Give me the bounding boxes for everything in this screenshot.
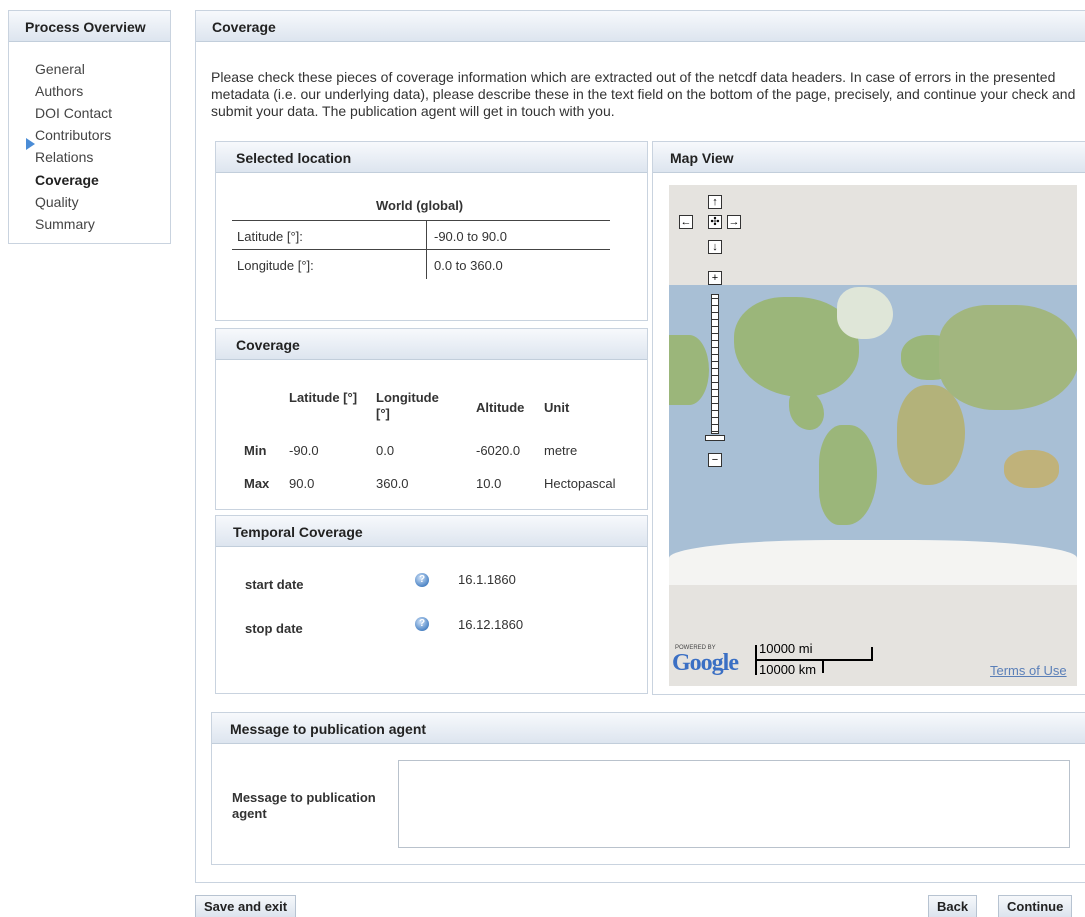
land-asia bbox=[939, 305, 1077, 410]
min-latitude: -90.0 bbox=[289, 443, 319, 458]
sidebar-item-general[interactable]: General bbox=[35, 61, 85, 77]
pan-left-button[interactable]: ← bbox=[679, 215, 693, 229]
scale-tick-left bbox=[755, 645, 757, 675]
sidebar-item-authors[interactable]: Authors bbox=[35, 83, 83, 99]
sidebar-item-quality[interactable]: Quality bbox=[35, 194, 79, 210]
start-date-label: start date bbox=[245, 577, 304, 592]
max-unit: Hectopascal bbox=[544, 476, 616, 491]
longitude-value: 0.0 to 360.0 bbox=[434, 258, 503, 273]
pan-down-button[interactable]: ↓ bbox=[708, 240, 722, 254]
page-title: Coverage bbox=[196, 11, 1085, 42]
header-altitude: Altitude bbox=[476, 400, 525, 415]
scale-tick-right-mi bbox=[871, 647, 873, 659]
zoom-in-button[interactable]: + bbox=[708, 271, 722, 285]
message-textarea[interactable] bbox=[398, 760, 1070, 848]
terms-of-use-link[interactable]: Terms of Use bbox=[990, 663, 1067, 678]
pan-right-button[interactable]: → bbox=[727, 215, 741, 229]
help-icon[interactable]: ? bbox=[415, 573, 429, 587]
pan-center-button[interactable]: ✣ bbox=[708, 215, 722, 229]
zoom-slider-handle[interactable] bbox=[705, 435, 725, 441]
current-step-arrow-icon bbox=[26, 138, 35, 150]
sidebar-item-coverage[interactable]: Coverage bbox=[35, 172, 99, 188]
sidebar-item-summary[interactable]: Summary bbox=[35, 216, 95, 232]
header-latitude: Latitude [°] bbox=[289, 390, 358, 405]
region-name: World (global) bbox=[376, 198, 464, 213]
temporal-coverage-title: Temporal Coverage bbox=[216, 516, 647, 547]
min-unit: metre bbox=[544, 443, 578, 458]
max-label: Max bbox=[244, 476, 270, 491]
divider bbox=[232, 249, 610, 250]
stop-date-label: stop date bbox=[245, 621, 303, 636]
min-altitude: -6020.0 bbox=[476, 443, 521, 458]
back-button[interactable]: Back bbox=[928, 895, 978, 917]
land-greenland bbox=[837, 287, 893, 339]
latitude-label: Latitude [°]: bbox=[237, 229, 303, 244]
scale-kilometers: 10000 km bbox=[759, 662, 817, 677]
header-longitude: Longitude [°] bbox=[376, 390, 439, 421]
sidebar-item-relations[interactable]: Relations bbox=[35, 149, 93, 165]
map-view-title: Map View bbox=[653, 142, 1085, 173]
zoom-out-button[interactable]: − bbox=[708, 453, 722, 467]
message-label: Message to publication agent bbox=[232, 790, 376, 821]
continue-button[interactable]: Continue bbox=[998, 895, 1073, 917]
header-unit: Unit bbox=[544, 400, 570, 415]
divider bbox=[232, 220, 610, 221]
google-logo: Google bbox=[672, 650, 739, 676]
scale-miles: 10000 mi bbox=[759, 641, 813, 656]
scale-tick-right-km bbox=[822, 661, 824, 673]
pan-up-button[interactable]: ↑ bbox=[708, 195, 722, 209]
column-divider bbox=[426, 221, 427, 279]
max-longitude: 360.0 bbox=[376, 476, 409, 491]
selected-location-title: Selected location bbox=[216, 142, 647, 173]
coverage-title: Coverage bbox=[216, 329, 647, 360]
land-west-edge bbox=[669, 335, 709, 405]
sidebar-title: Process Overview bbox=[9, 11, 170, 42]
sidebar-item-contributors[interactable]: Contributors bbox=[35, 127, 111, 143]
land-australia bbox=[1004, 450, 1059, 488]
intro-text: Please check these pieces of coverage in… bbox=[211, 69, 1076, 119]
longitude-label: Longitude [°]: bbox=[237, 258, 314, 273]
save-and-exit-button[interactable]: Save and exit bbox=[195, 895, 297, 917]
latitude-value: -90.0 to 90.0 bbox=[434, 229, 507, 244]
antarctica bbox=[669, 540, 1077, 585]
start-date-value: 16.1.1860 bbox=[458, 572, 516, 587]
help-icon[interactable]: ? bbox=[415, 617, 429, 631]
scale-bar bbox=[755, 659, 873, 661]
stop-date-value: 16.12.1860 bbox=[458, 617, 524, 632]
max-latitude: 90.0 bbox=[289, 476, 315, 491]
message-title: Message to publication agent bbox=[212, 713, 1085, 744]
max-altitude: 10.0 bbox=[476, 476, 502, 491]
map-canvas[interactable]: ↑ ← ✣ → ↓ + − POWERED BY Google 10000 mi… bbox=[669, 185, 1077, 686]
temporal-coverage-panel: Temporal Coverage bbox=[215, 515, 648, 694]
sidebar-item-doi-contact[interactable]: DOI Contact bbox=[35, 105, 112, 121]
min-label: Min bbox=[244, 443, 267, 458]
zoom-slider[interactable] bbox=[711, 294, 719, 434]
min-longitude: 0.0 bbox=[376, 443, 395, 458]
